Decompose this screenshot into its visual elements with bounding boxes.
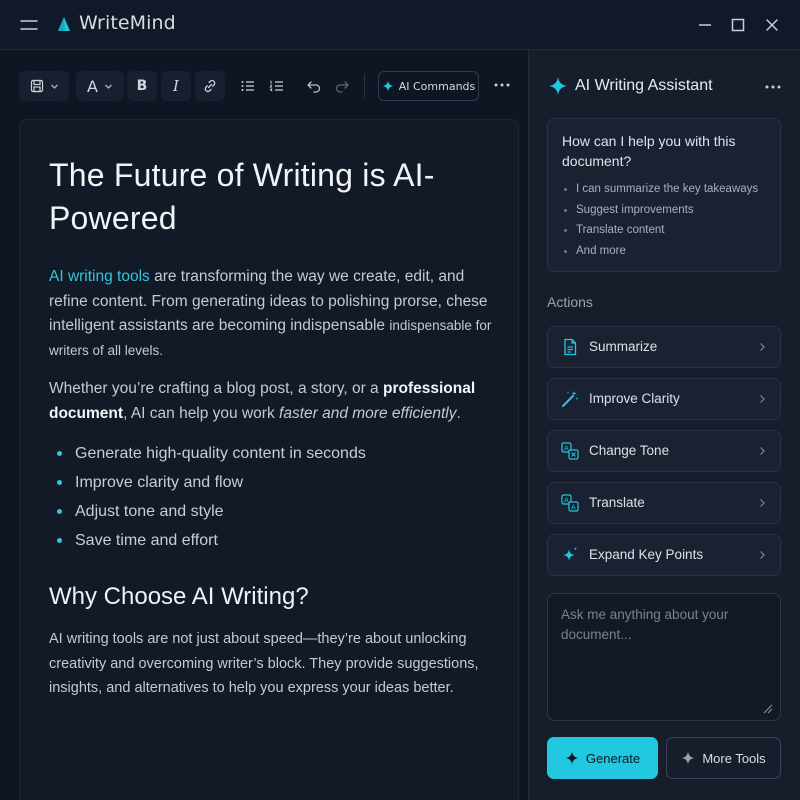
bold-icon: B bbox=[136, 78, 148, 94]
list-item: Generate high-quality content in seconds bbox=[49, 439, 494, 468]
italic-button[interactable]: I bbox=[161, 71, 191, 101]
sparkle-icon bbox=[681, 751, 695, 765]
more-tools-button[interactable]: More Tools bbox=[666, 737, 781, 779]
svg-text:A: A bbox=[571, 504, 576, 512]
ask-assistant-input[interactable] bbox=[547, 593, 781, 721]
assistant-title: AI Writing Assistant bbox=[575, 77, 713, 94]
font-icon: A bbox=[87, 76, 98, 96]
maximize-icon[interactable] bbox=[728, 15, 748, 35]
list-item: Save time and effort bbox=[49, 526, 494, 555]
document-title: The Future of Writing is AI-Powered bbox=[49, 157, 435, 236]
bullet-dot-icon bbox=[57, 538, 62, 543]
document-icon bbox=[560, 337, 580, 357]
list-item: Translate content bbox=[562, 220, 758, 241]
link-icon bbox=[202, 78, 218, 94]
italic-icon: I bbox=[173, 77, 179, 95]
chevron-down-icon bbox=[104, 82, 113, 91]
numbered-list-button[interactable] bbox=[264, 71, 290, 101]
bullet-dot-icon bbox=[57, 480, 62, 485]
list-item: I can summarize the key takeaways bbox=[562, 179, 758, 200]
bullet-dot-icon bbox=[57, 509, 62, 514]
list-item: And more bbox=[562, 241, 758, 262]
undo-button[interactable] bbox=[301, 71, 327, 101]
translate-icon: AA bbox=[560, 493, 580, 513]
ai-commands-button[interactable]: AI Commands bbox=[378, 71, 479, 101]
chevron-right-icon bbox=[756, 497, 768, 509]
improve-clarity-button[interactable]: Improve Clarity bbox=[547, 378, 781, 420]
bullet-list-icon bbox=[240, 78, 256, 94]
document-bullet-list: Generate high-quality content in seconds… bbox=[49, 439, 494, 555]
font-dropdown-button[interactable]: A bbox=[76, 71, 124, 101]
svg-text:A: A bbox=[564, 497, 569, 505]
svg-text:A: A bbox=[564, 445, 569, 453]
document-subheading: Why Choose AI Writing? bbox=[49, 583, 309, 610]
link-button[interactable] bbox=[195, 71, 225, 101]
chevron-right-icon bbox=[756, 549, 768, 561]
help-suggestions: I can summarize the key takeaways Sugges… bbox=[562, 179, 758, 261]
close-icon[interactable] bbox=[762, 15, 782, 35]
more-icon[interactable] bbox=[761, 79, 785, 95]
editor-pane: A B I AI Commands The Future of Writing … bbox=[0, 50, 527, 800]
help-card: How can I help you with this document? I… bbox=[547, 118, 781, 272]
format-toolbar: A B I AI Commands bbox=[0, 50, 527, 118]
minimize-icon[interactable] bbox=[695, 15, 715, 35]
italic-text: faster and more efficiently bbox=[279, 404, 457, 422]
writemind-logo-icon bbox=[56, 15, 72, 33]
more-icon[interactable] bbox=[490, 77, 514, 93]
sparkle-icon bbox=[548, 76, 568, 96]
toolbar-divider bbox=[364, 74, 365, 98]
chevron-down-icon bbox=[50, 82, 59, 91]
title-bar: WriteMind bbox=[0, 0, 800, 50]
summarize-button[interactable]: Summarize bbox=[547, 326, 781, 368]
generate-button[interactable]: Generate bbox=[547, 737, 658, 779]
ai-writing-tools-link[interactable]: AI writing tools bbox=[49, 268, 150, 285]
sparkle-icon bbox=[560, 545, 580, 565]
save-dropdown-button[interactable] bbox=[19, 71, 69, 101]
assistant-panel: AI Writing Assistant How can I help you … bbox=[528, 50, 800, 800]
list-item: Suggest improvements bbox=[562, 200, 758, 221]
expand-key-points-button[interactable]: Expand Key Points bbox=[547, 534, 781, 576]
bullet-dot-icon bbox=[57, 451, 62, 456]
list-item: Improve clarity and flow bbox=[49, 468, 494, 497]
document-paragraph-why: AI writing tools are not just about spee… bbox=[49, 631, 479, 696]
save-icon bbox=[30, 79, 44, 93]
redo-icon bbox=[334, 78, 350, 94]
list-item: Adjust tone and style bbox=[49, 497, 494, 526]
hamburger-menu-icon[interactable] bbox=[19, 16, 39, 34]
document-canvas[interactable]: The Future of Writing is AI-Powered AI w… bbox=[19, 119, 519, 800]
bold-button[interactable]: B bbox=[127, 71, 157, 101]
magic-wand-icon bbox=[560, 389, 580, 409]
chevron-right-icon bbox=[756, 393, 768, 405]
redo-button[interactable] bbox=[329, 71, 355, 101]
undo-icon bbox=[306, 78, 322, 94]
chevron-right-icon bbox=[756, 445, 768, 457]
document-paragraph-intro: AI writing tools are transforming the wa… bbox=[49, 268, 492, 358]
tone-icon: A bbox=[560, 441, 580, 461]
translate-button[interactable]: AA Translate bbox=[547, 482, 781, 524]
sparkle-icon bbox=[565, 751, 579, 765]
help-question: How can I help you with this document? bbox=[562, 133, 736, 169]
chevron-right-icon bbox=[756, 341, 768, 353]
ai-commands-label: AI Commands bbox=[398, 79, 476, 93]
bullet-list-button[interactable] bbox=[235, 71, 261, 101]
numbered-list-icon bbox=[269, 78, 285, 94]
document-paragraph-crafting: Whether you’re crafting a blog post, a s… bbox=[49, 380, 476, 422]
app-title: WriteMind bbox=[79, 12, 176, 34]
sparkle-icon bbox=[382, 80, 394, 92]
change-tone-button[interactable]: A Change Tone bbox=[547, 430, 781, 472]
actions-label: Actions bbox=[547, 294, 593, 310]
